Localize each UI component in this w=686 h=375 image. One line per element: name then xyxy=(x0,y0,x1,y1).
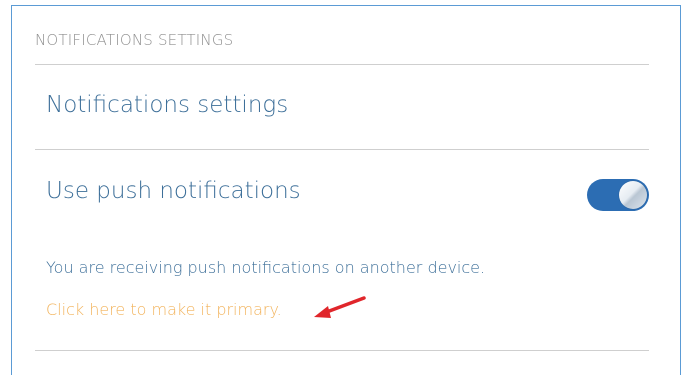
red-arrow-icon xyxy=(314,296,366,318)
divider xyxy=(35,149,649,150)
divider xyxy=(35,64,649,65)
toggle-knob xyxy=(619,181,647,209)
section-header: NOTIFICATIONS SETTINGS xyxy=(35,31,234,49)
push-notifications-label: Use push notifications xyxy=(46,178,301,204)
make-primary-link[interactable]: Click here to make it primary. xyxy=(46,300,282,319)
push-notifications-toggle[interactable] xyxy=(587,179,649,211)
divider xyxy=(35,350,649,351)
push-status-text: You are receiving push notifications on … xyxy=(46,258,486,277)
page-title: Notifications settings xyxy=(46,92,289,118)
